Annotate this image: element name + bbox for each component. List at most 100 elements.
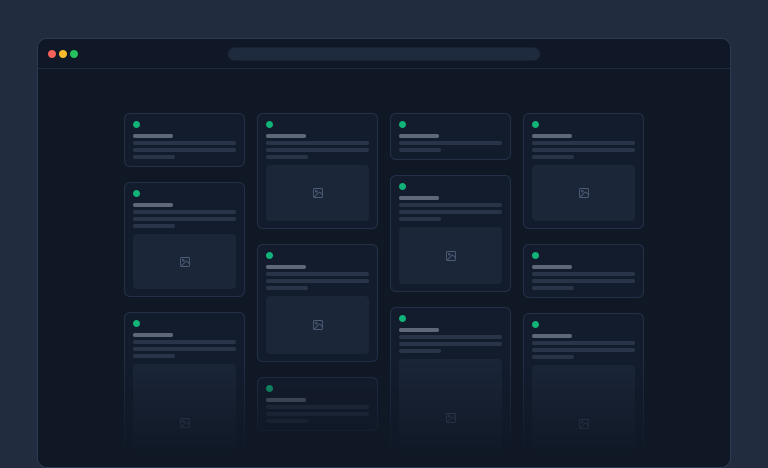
status-dot (532, 121, 539, 128)
image-icon (578, 187, 590, 199)
image-icon (445, 250, 457, 262)
feed-card[interactable] (257, 113, 378, 229)
status-dot (133, 121, 140, 128)
skeleton-line (399, 148, 441, 152)
skeleton-line (133, 210, 236, 214)
skeleton-title (133, 134, 173, 138)
skeleton-line (133, 340, 236, 344)
feed-column-3 (390, 113, 511, 468)
image-placeholder (133, 234, 236, 289)
browser-window (37, 38, 731, 468)
skeleton-line (266, 272, 369, 276)
skeleton-line (266, 141, 369, 145)
status-dot (399, 315, 406, 322)
feed-card[interactable] (257, 377, 378, 431)
status-dot (399, 121, 406, 128)
close-button[interactable] (48, 50, 56, 58)
skeleton-line (133, 155, 175, 159)
status-dot (133, 190, 140, 197)
image-icon (312, 187, 324, 199)
feed-card[interactable] (390, 175, 511, 292)
feed-card[interactable] (124, 312, 245, 468)
status-dot (532, 321, 539, 328)
image-placeholder (532, 365, 635, 468)
skeleton-title (532, 134, 572, 138)
skeleton-title (532, 334, 572, 338)
skeleton-title (399, 134, 439, 138)
image-placeholder (266, 165, 369, 221)
skeleton-line (133, 141, 236, 145)
skeleton-line (532, 286, 574, 290)
skeleton-line (133, 224, 175, 228)
status-dot (266, 121, 273, 128)
feed-card[interactable] (257, 244, 378, 362)
skeleton-line (266, 155, 308, 159)
skeleton-line (266, 148, 369, 152)
skeleton-title (266, 265, 306, 269)
skeleton-line (532, 355, 574, 359)
status-dot (266, 385, 273, 392)
image-placeholder (399, 359, 502, 468)
card-grid (124, 113, 644, 468)
address-bar[interactable] (228, 47, 540, 60)
skeleton-line (532, 148, 635, 152)
skeleton-line (133, 347, 236, 351)
skeleton-line (532, 155, 574, 159)
image-icon (312, 319, 324, 331)
maximize-button[interactable] (70, 50, 78, 58)
image-placeholder (266, 296, 369, 354)
skeleton-line (399, 342, 502, 346)
skeleton-line (133, 354, 175, 358)
skeleton-line (399, 203, 502, 207)
skeleton-line (266, 279, 369, 283)
feed-column-4 (523, 113, 644, 468)
skeleton-line (266, 419, 308, 423)
status-dot (399, 183, 406, 190)
feed-card[interactable] (523, 313, 644, 468)
image-placeholder (399, 227, 502, 284)
skeleton-line (266, 405, 369, 409)
skeleton-line (399, 210, 502, 214)
image-placeholder (532, 165, 635, 221)
status-dot (133, 320, 140, 327)
feed-card[interactable] (523, 244, 644, 298)
feed-card[interactable] (124, 113, 245, 167)
feed-column-1 (124, 113, 245, 468)
skeleton-title (399, 328, 439, 332)
browser-title-bar (38, 39, 730, 69)
skeleton-title (133, 333, 173, 337)
image-icon (578, 418, 590, 430)
skeleton-title (266, 398, 306, 402)
skeleton-title (266, 134, 306, 138)
skeleton-line (532, 341, 635, 345)
skeleton-title (133, 203, 173, 207)
image-icon (445, 412, 457, 424)
feed-card[interactable] (523, 113, 644, 229)
skeleton-title (399, 196, 439, 200)
page-content (38, 69, 730, 468)
skeleton-line (532, 279, 635, 283)
skeleton-line (399, 335, 502, 339)
skeleton-line (266, 286, 308, 290)
status-dot (532, 252, 539, 259)
skeleton-line (266, 412, 369, 416)
skeleton-line (532, 141, 635, 145)
minimize-button[interactable] (59, 50, 67, 58)
skeleton-line (399, 349, 441, 353)
feed-column-2 (257, 113, 378, 468)
image-placeholder (133, 364, 236, 468)
image-icon (179, 417, 191, 429)
skeleton-line (399, 141, 502, 145)
traffic-lights (48, 50, 78, 58)
feed-card[interactable] (124, 182, 245, 297)
feed-card[interactable] (390, 307, 511, 468)
skeleton-line (532, 348, 635, 352)
image-icon (179, 256, 191, 268)
skeleton-line (133, 148, 236, 152)
status-dot (266, 252, 273, 259)
skeleton-line (133, 217, 236, 221)
skeleton-line (532, 272, 635, 276)
feed-card[interactable] (390, 113, 511, 160)
skeleton-title (532, 265, 572, 269)
skeleton-line (399, 217, 441, 221)
